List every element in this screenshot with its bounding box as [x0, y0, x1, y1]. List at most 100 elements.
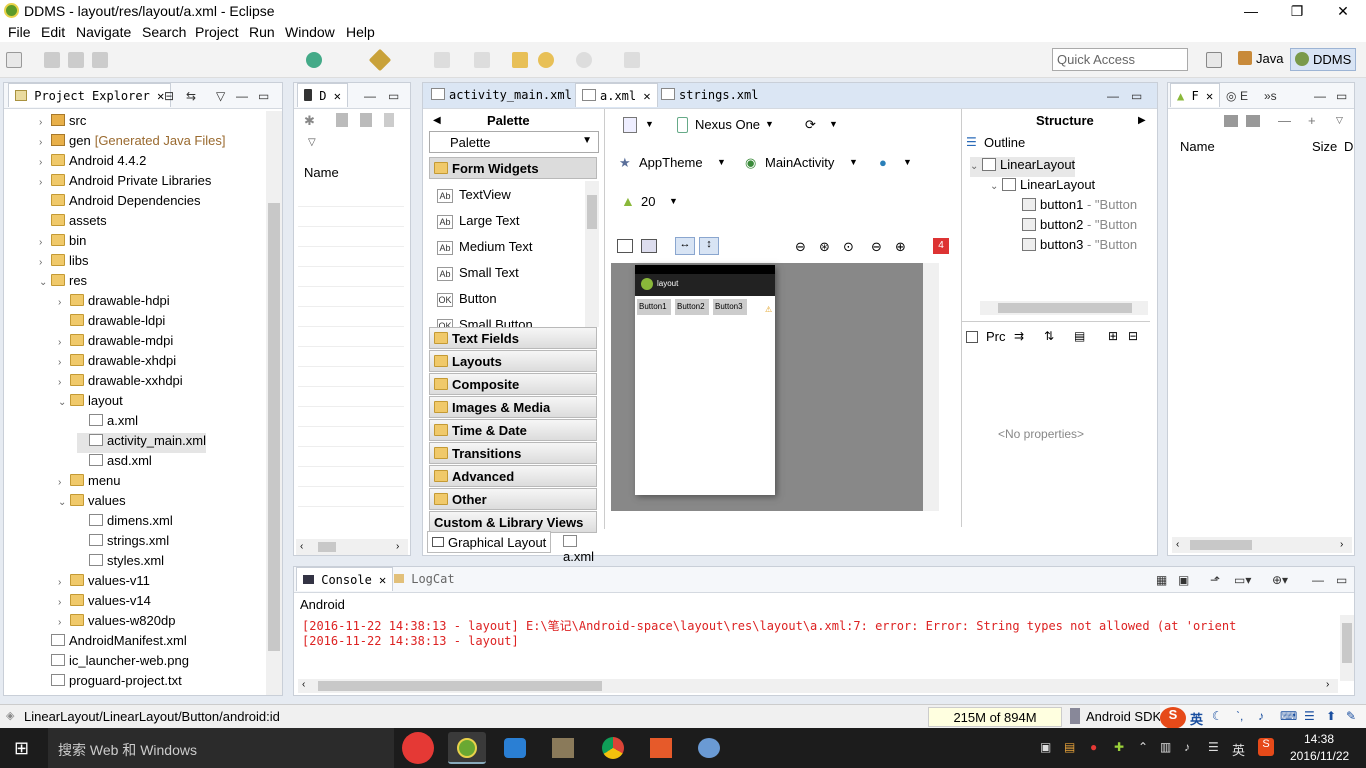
layout-horizontal-icon[interactable] [617, 239, 633, 253]
menu-window[interactable]: Window [285, 24, 335, 40]
palette-dropdown[interactable]: Palette ▼ [429, 131, 599, 153]
tray-expand-icon[interactable]: ⌃ [1138, 740, 1148, 754]
close-button[interactable]: ✕ [1320, 0, 1366, 22]
display-console-icon[interactable]: ▭▾ [1234, 573, 1251, 587]
expand-toggle-icon[interactable]: › [58, 337, 70, 348]
menu-edit[interactable]: Edit [41, 24, 65, 40]
canvas-vscroll[interactable] [923, 263, 939, 511]
palette-other[interactable]: Other [429, 488, 597, 510]
tree-item[interactable]: asd.xml [77, 453, 152, 473]
theme-select[interactable]: AppTheme [639, 155, 703, 170]
tree-item[interactable]: AndroidManifest.xml [39, 633, 187, 653]
console-hscroll-thumb[interactable] [318, 681, 602, 691]
open-console-icon[interactable]: ⊕▾ [1272, 573, 1288, 587]
tree-item[interactable]: Android Dependencies [39, 193, 201, 213]
palette-layouts[interactable]: Layouts [429, 350, 597, 372]
fill-height-icon[interactable]: ↕ [699, 237, 719, 255]
upload-icon[interactable]: ⬆ [1326, 709, 1336, 723]
widget-small-button[interactable]: OK Small Button [437, 317, 533, 327]
trash-icon[interactable] [384, 113, 394, 127]
expand-toggle-icon[interactable]: › [39, 117, 51, 128]
more-tabs-icon[interactable]: »s [1264, 89, 1277, 103]
clear-console-icon[interactable]: ▦ [1156, 573, 1167, 587]
expand-toggle-icon[interactable]: › [58, 357, 70, 368]
expand-toggle-icon[interactable]: › [39, 157, 51, 168]
menu-search[interactable]: Search [142, 24, 186, 40]
chevron-down-icon[interactable]: ▼ [765, 119, 774, 129]
tab-a-xml[interactable]: a.xml ✕ [575, 83, 658, 107]
preview-button3[interactable]: Button3 [713, 299, 747, 315]
zoom-fit-icon[interactable]: ⊖ [795, 239, 806, 255]
maximize-view-icon[interactable]: ▭ [1336, 573, 1347, 587]
zoom-real-icon[interactable]: ⊛ [819, 239, 830, 255]
menu-run[interactable]: Run [249, 24, 275, 40]
palette-text-fields[interactable]: Text Fields [429, 327, 597, 349]
gc-trash-icon[interactable] [1070, 708, 1080, 724]
expand-toggle-icon[interactable]: › [58, 297, 70, 308]
tree-item[interactable]: a.xml [77, 413, 138, 433]
expand-toggle-icon[interactable]: ⌄ [970, 161, 982, 172]
tree-item[interactable]: › src [39, 113, 86, 133]
palette-transitions[interactable]: Transitions [429, 442, 597, 464]
outline-hscroll[interactable] [980, 301, 1148, 315]
widget-button[interactable]: OK Button [437, 291, 497, 307]
palette-advanced[interactable]: Advanced [429, 465, 597, 487]
devices-hscroll-thumb[interactable] [318, 542, 336, 552]
tray-app-icon[interactable]: ▤ [1064, 740, 1075, 754]
threads-icon[interactable] [360, 113, 372, 127]
tab-graphical-layout[interactable]: Graphical Layout [427, 531, 552, 553]
expand-toggle-icon[interactable]: › [58, 477, 70, 488]
debug-icon[interactable] [434, 52, 450, 68]
link-editor-icon[interactable]: ⇆ [186, 89, 196, 103]
print-icon[interactable] [92, 52, 108, 68]
tree-item[interactable]: dimens.xml [77, 513, 173, 533]
forward-arrow-icon[interactable] [576, 52, 592, 68]
column-size[interactable]: Size [1312, 139, 1337, 154]
maximize-view-icon[interactable]: ▭ [1336, 89, 1347, 103]
expand-toggle-icon[interactable]: › [39, 177, 51, 188]
column-name[interactable]: Name [1180, 139, 1215, 154]
mic-icon[interactable]: ♪ [1258, 709, 1264, 723]
heap-icon[interactable] [336, 113, 348, 127]
photo-app-icon[interactable] [544, 732, 582, 764]
menu-project[interactable]: Project [195, 24, 239, 40]
tree-item[interactable]: › values-w820dp [58, 613, 175, 633]
minimize-view-icon[interactable]: — [236, 89, 248, 103]
perspective-java[interactable]: Java [1234, 48, 1287, 71]
preview-button2[interactable]: Button2 [675, 299, 709, 315]
tree-item[interactable]: › Android 4.4.2 [39, 153, 146, 173]
paint-icon[interactable] [690, 732, 728, 764]
preview-button1[interactable]: Button1 [637, 299, 671, 315]
widget-medium-text[interactable]: Ab Medium Text [437, 239, 532, 255]
tools-icon[interactable]: ✎ [1346, 709, 1356, 723]
view-menu-icon[interactable]: ▽ [1336, 115, 1343, 126]
debug-bug-icon[interactable]: ✱ [304, 113, 315, 129]
fill-width-icon[interactable]: ↔ [675, 237, 695, 255]
palette-form-widgets[interactable]: Form Widgets [429, 157, 597, 179]
network-icon[interactable]: ▥ [1160, 740, 1171, 754]
close-icon[interactable]: ✕ [1206, 89, 1213, 103]
file-hscroll[interactable]: ‹ › [1172, 537, 1352, 553]
column-date[interactable]: D [1344, 139, 1353, 154]
tree-item[interactable]: › drawable-hdpi [58, 293, 170, 313]
outline-item[interactable]: ⌄ LinearLayout [990, 177, 1095, 197]
heap-status[interactable]: 215M of 894M [928, 707, 1062, 727]
chevron-down-icon[interactable]: ▼ [903, 157, 912, 167]
properties-tab[interactable]: Prc [986, 329, 1006, 344]
tree-item[interactable]: › drawable-xhdpi [58, 353, 176, 373]
tree-item[interactable]: › drawable-xxhdpi [58, 373, 183, 393]
error-count-badge[interactable]: 4 [933, 238, 949, 254]
tree-item[interactable]: strings.xml [77, 533, 169, 553]
scroll-left-icon[interactable]: ‹ [300, 541, 303, 552]
scroll-right-icon[interactable]: › [1340, 539, 1343, 550]
palette-time-date[interactable]: Time & Date [429, 419, 597, 441]
tab-strings-xml[interactable]: strings.xml [655, 83, 764, 107]
tab-console[interactable]: Console ✕ [296, 567, 394, 591]
tab-activity-main[interactable]: activity_main.xml [425, 83, 578, 107]
tree-item[interactable]: › bin [39, 233, 86, 253]
tree-item[interactable]: assets [39, 213, 107, 233]
expand-toggle-icon[interactable]: ⌄ [58, 497, 70, 508]
run-icon[interactable] [368, 48, 392, 72]
moon-icon[interactable]: ☾ [1212, 709, 1223, 723]
palette-composite[interactable]: Composite [429, 373, 597, 395]
